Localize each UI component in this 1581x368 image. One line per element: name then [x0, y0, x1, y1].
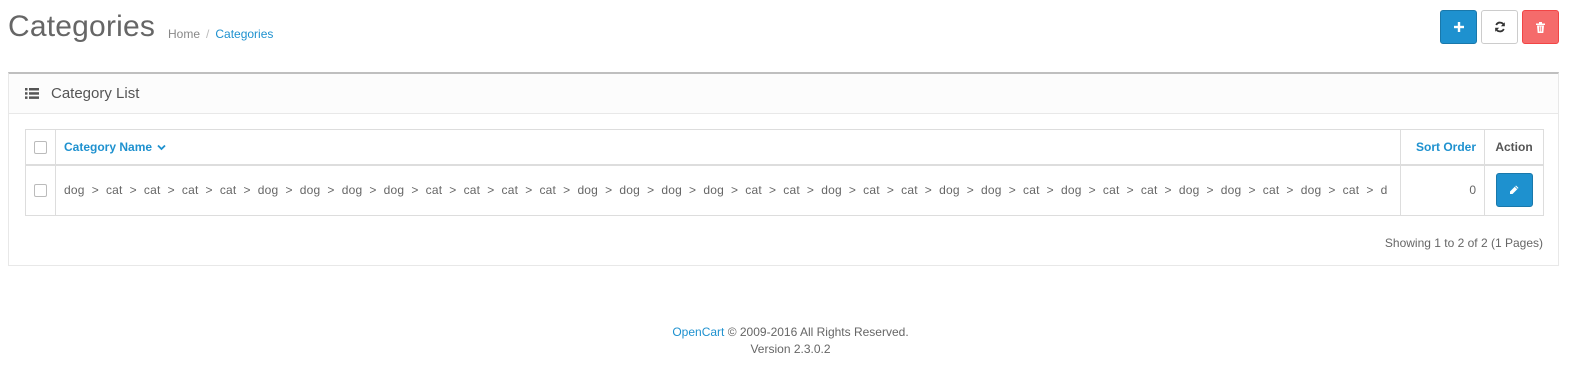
pencil-icon	[1510, 185, 1519, 195]
table-header-row: Category Name Sort Order Action	[25, 129, 1544, 166]
footer-copyright: OpenCart © 2009-2016 All Rights Reserved…	[0, 324, 1581, 341]
sort-order-cell: 0	[1400, 164, 1485, 216]
trash-icon	[1536, 21, 1545, 33]
pagination-info: Showing 1 to 2 of 2 (1 Pages)	[1384, 236, 1543, 250]
panel-heading: Category List	[9, 74, 1558, 114]
table-row: dog > cat > cat > cat > cat > dog > dog …	[25, 164, 1544, 216]
row-select-cell	[25, 164, 56, 216]
refresh-icon	[1494, 21, 1505, 33]
page-title: Categories	[8, 10, 156, 43]
delete-button[interactable]	[1522, 10, 1559, 44]
column-name-label: Category Name	[64, 139, 153, 154]
category-name-cell: dog > cat > cat > cat > cat > dog > dog …	[55, 164, 1401, 216]
column-header-action: Action	[1484, 129, 1544, 166]
rebuild-button[interactable]	[1481, 10, 1518, 44]
toolbar	[1440, 10, 1559, 44]
opencart-link[interactable]: OpenCart	[672, 325, 724, 339]
sort-by-name-link[interactable]: Category Name	[64, 139, 167, 154]
select-all-cell	[25, 129, 56, 166]
list-icon	[25, 88, 39, 99]
breadcrumb-home[interactable]: Home	[168, 27, 200, 41]
version-text: Version 2.3.0.2	[750, 342, 831, 356]
column-action-label: Action	[1495, 139, 1533, 154]
category-name: dog > cat > cat > cat > cat > dog > dog …	[64, 183, 1388, 198]
select-all-checkbox[interactable]	[34, 140, 47, 154]
panel-title: Category List	[51, 85, 140, 102]
action-cell	[1484, 164, 1544, 216]
column-header-sort-order: Sort Order	[1400, 129, 1485, 166]
plus-icon	[1453, 22, 1464, 32]
row-checkbox[interactable]	[34, 184, 47, 198]
add-new-button[interactable]	[1440, 10, 1477, 44]
sort-by-sort-order-link[interactable]: Sort Order	[1416, 140, 1476, 154]
category-list-panel: Category List Category Name Sort Order A…	[8, 72, 1559, 266]
edit-button[interactable]	[1495, 173, 1533, 208]
column-header-name: Category Name	[55, 129, 1401, 166]
category-table: Category Name Sort Order Action dog > ca…	[25, 129, 1544, 216]
breadcrumb-categories[interactable]: Categories	[215, 27, 273, 41]
copyright-text: © 2009-2016 All Rights Reserved.	[724, 325, 909, 339]
breadcrumb: Home / Categories	[168, 27, 273, 41]
breadcrumb-separator: /	[206, 27, 210, 41]
chevron-down-icon	[157, 144, 167, 151]
footer: OpenCart © 2009-2016 All Rights Reserved…	[0, 324, 1581, 358]
